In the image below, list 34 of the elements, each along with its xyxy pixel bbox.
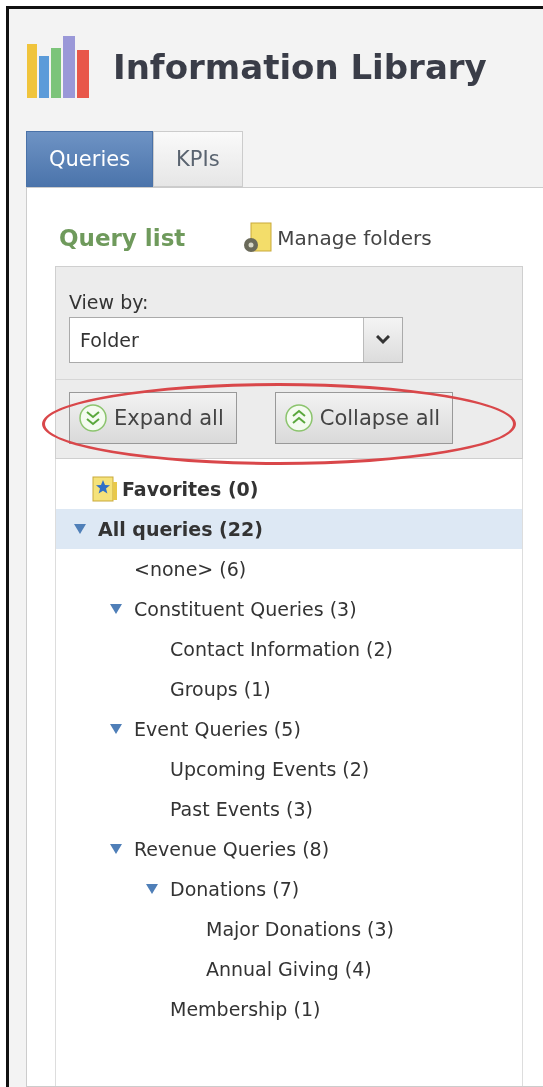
tree-item[interactable]: Groups (1) xyxy=(170,678,271,700)
tree-item[interactable]: Past Events (3) xyxy=(170,798,313,820)
tree-item[interactable]: Revenue Queries (8) xyxy=(134,838,330,860)
expanded-triangle-icon[interactable] xyxy=(74,524,86,534)
tree-item[interactable]: <none> (6) xyxy=(134,558,247,580)
tree-item[interactable]: Favorites (0) xyxy=(122,478,259,500)
tree-item[interactable]: Donations (7) xyxy=(170,878,300,900)
tree-item[interactable]: Annual Giving (4) xyxy=(206,958,372,980)
view-by-dropdown[interactable]: Folder xyxy=(69,317,403,363)
tree-item[interactable]: All queries (22) xyxy=(98,518,263,540)
expanded-triangle-icon[interactable] xyxy=(110,844,122,854)
expanded-triangle-icon[interactable] xyxy=(110,604,122,614)
tree-item[interactable]: Membership (1) xyxy=(170,998,321,1020)
expanded-triangle-icon[interactable] xyxy=(110,724,122,734)
expanded-triangle-icon[interactable] xyxy=(146,884,158,894)
expand-chevrons-icon xyxy=(78,403,108,433)
selected-tree-row[interactable]: All queries (22) xyxy=(56,509,522,549)
dropdown-caret-icon xyxy=(376,335,390,345)
expand-all-button[interactable]: Expand all xyxy=(69,392,237,444)
page-title: Information Library xyxy=(113,47,487,87)
collapse-all-button[interactable]: Collapse all xyxy=(274,392,454,444)
collapse-chevrons-icon xyxy=(283,403,314,433)
bar-chart-logo-icon xyxy=(27,36,91,98)
tab[interactable]: Queries xyxy=(26,131,154,187)
manage-folders-link[interactable]: Manage folders xyxy=(239,221,432,255)
section-heading: Query list xyxy=(59,225,186,251)
view-by-label: View by: xyxy=(69,291,150,313)
star-folder-icon xyxy=(92,476,118,502)
tree-item[interactable]: Major Donations (3) xyxy=(206,918,394,940)
tree-item[interactable]: Constituent Queries (3) xyxy=(134,598,357,620)
tree-item[interactable]: Upcoming Events (2) xyxy=(170,758,370,780)
tree-item[interactable]: Event Queries (5) xyxy=(134,718,301,740)
tree-item[interactable]: Contact Information (2) xyxy=(170,638,393,660)
tab[interactable]: KPIs xyxy=(153,131,243,187)
